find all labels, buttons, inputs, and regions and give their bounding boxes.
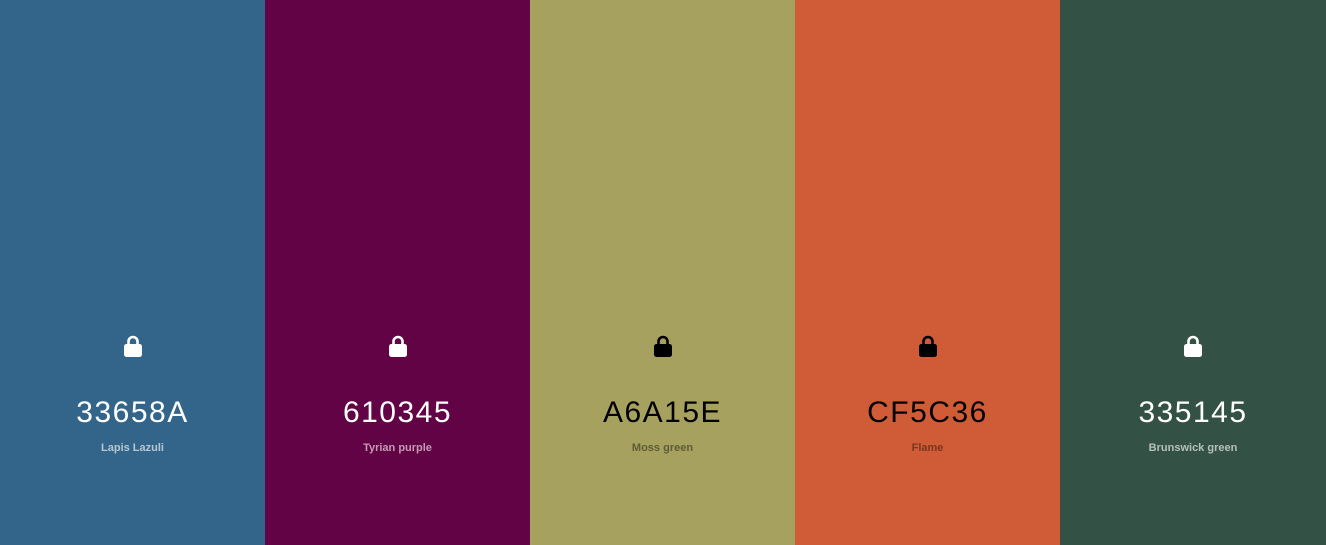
lock-icon: [123, 335, 142, 357]
color-name[interactable]: Tyrian purple: [363, 441, 432, 455]
hex-code[interactable]: 33658A: [76, 396, 188, 430]
lock-icon: [918, 335, 937, 357]
lock-button[interactable]: [378, 326, 418, 366]
lock-button[interactable]: [908, 326, 948, 366]
lock-icon: [653, 335, 672, 357]
color-name[interactable]: Brunswick green: [1149, 441, 1238, 455]
color-name[interactable]: Lapis Lazuli: [101, 441, 164, 455]
color-swatch[interactable]: 33658A Lapis Lazuli: [0, 0, 265, 545]
color-palette: 33658A Lapis Lazuli 610345 Tyrian purple…: [0, 0, 1326, 545]
lock-button[interactable]: [643, 326, 683, 366]
lock-button[interactable]: [1173, 326, 1213, 366]
hex-code[interactable]: CF5C36: [867, 396, 988, 430]
lock-button[interactable]: [113, 326, 153, 366]
hex-code[interactable]: 335145: [1138, 396, 1247, 430]
color-swatch[interactable]: CF5C36 Flame: [795, 0, 1060, 545]
color-name[interactable]: Moss green: [632, 441, 693, 455]
hex-code[interactable]: 610345: [343, 396, 452, 430]
swatch-content: 33658A Lapis Lazuli: [0, 326, 265, 455]
swatch-content: 335145 Brunswick green: [1060, 326, 1326, 455]
color-swatch[interactable]: A6A15E Moss green: [530, 0, 795, 545]
color-swatch[interactable]: 335145 Brunswick green: [1060, 0, 1326, 545]
swatch-content: 610345 Tyrian purple: [265, 326, 530, 455]
hex-code[interactable]: A6A15E: [603, 396, 722, 430]
lock-icon: [1184, 335, 1202, 357]
swatch-content: A6A15E Moss green: [530, 326, 795, 455]
lock-icon: [388, 335, 407, 357]
color-name[interactable]: Flame: [912, 441, 944, 455]
swatch-content: CF5C36 Flame: [795, 326, 1060, 455]
color-swatch[interactable]: 610345 Tyrian purple: [265, 0, 530, 545]
